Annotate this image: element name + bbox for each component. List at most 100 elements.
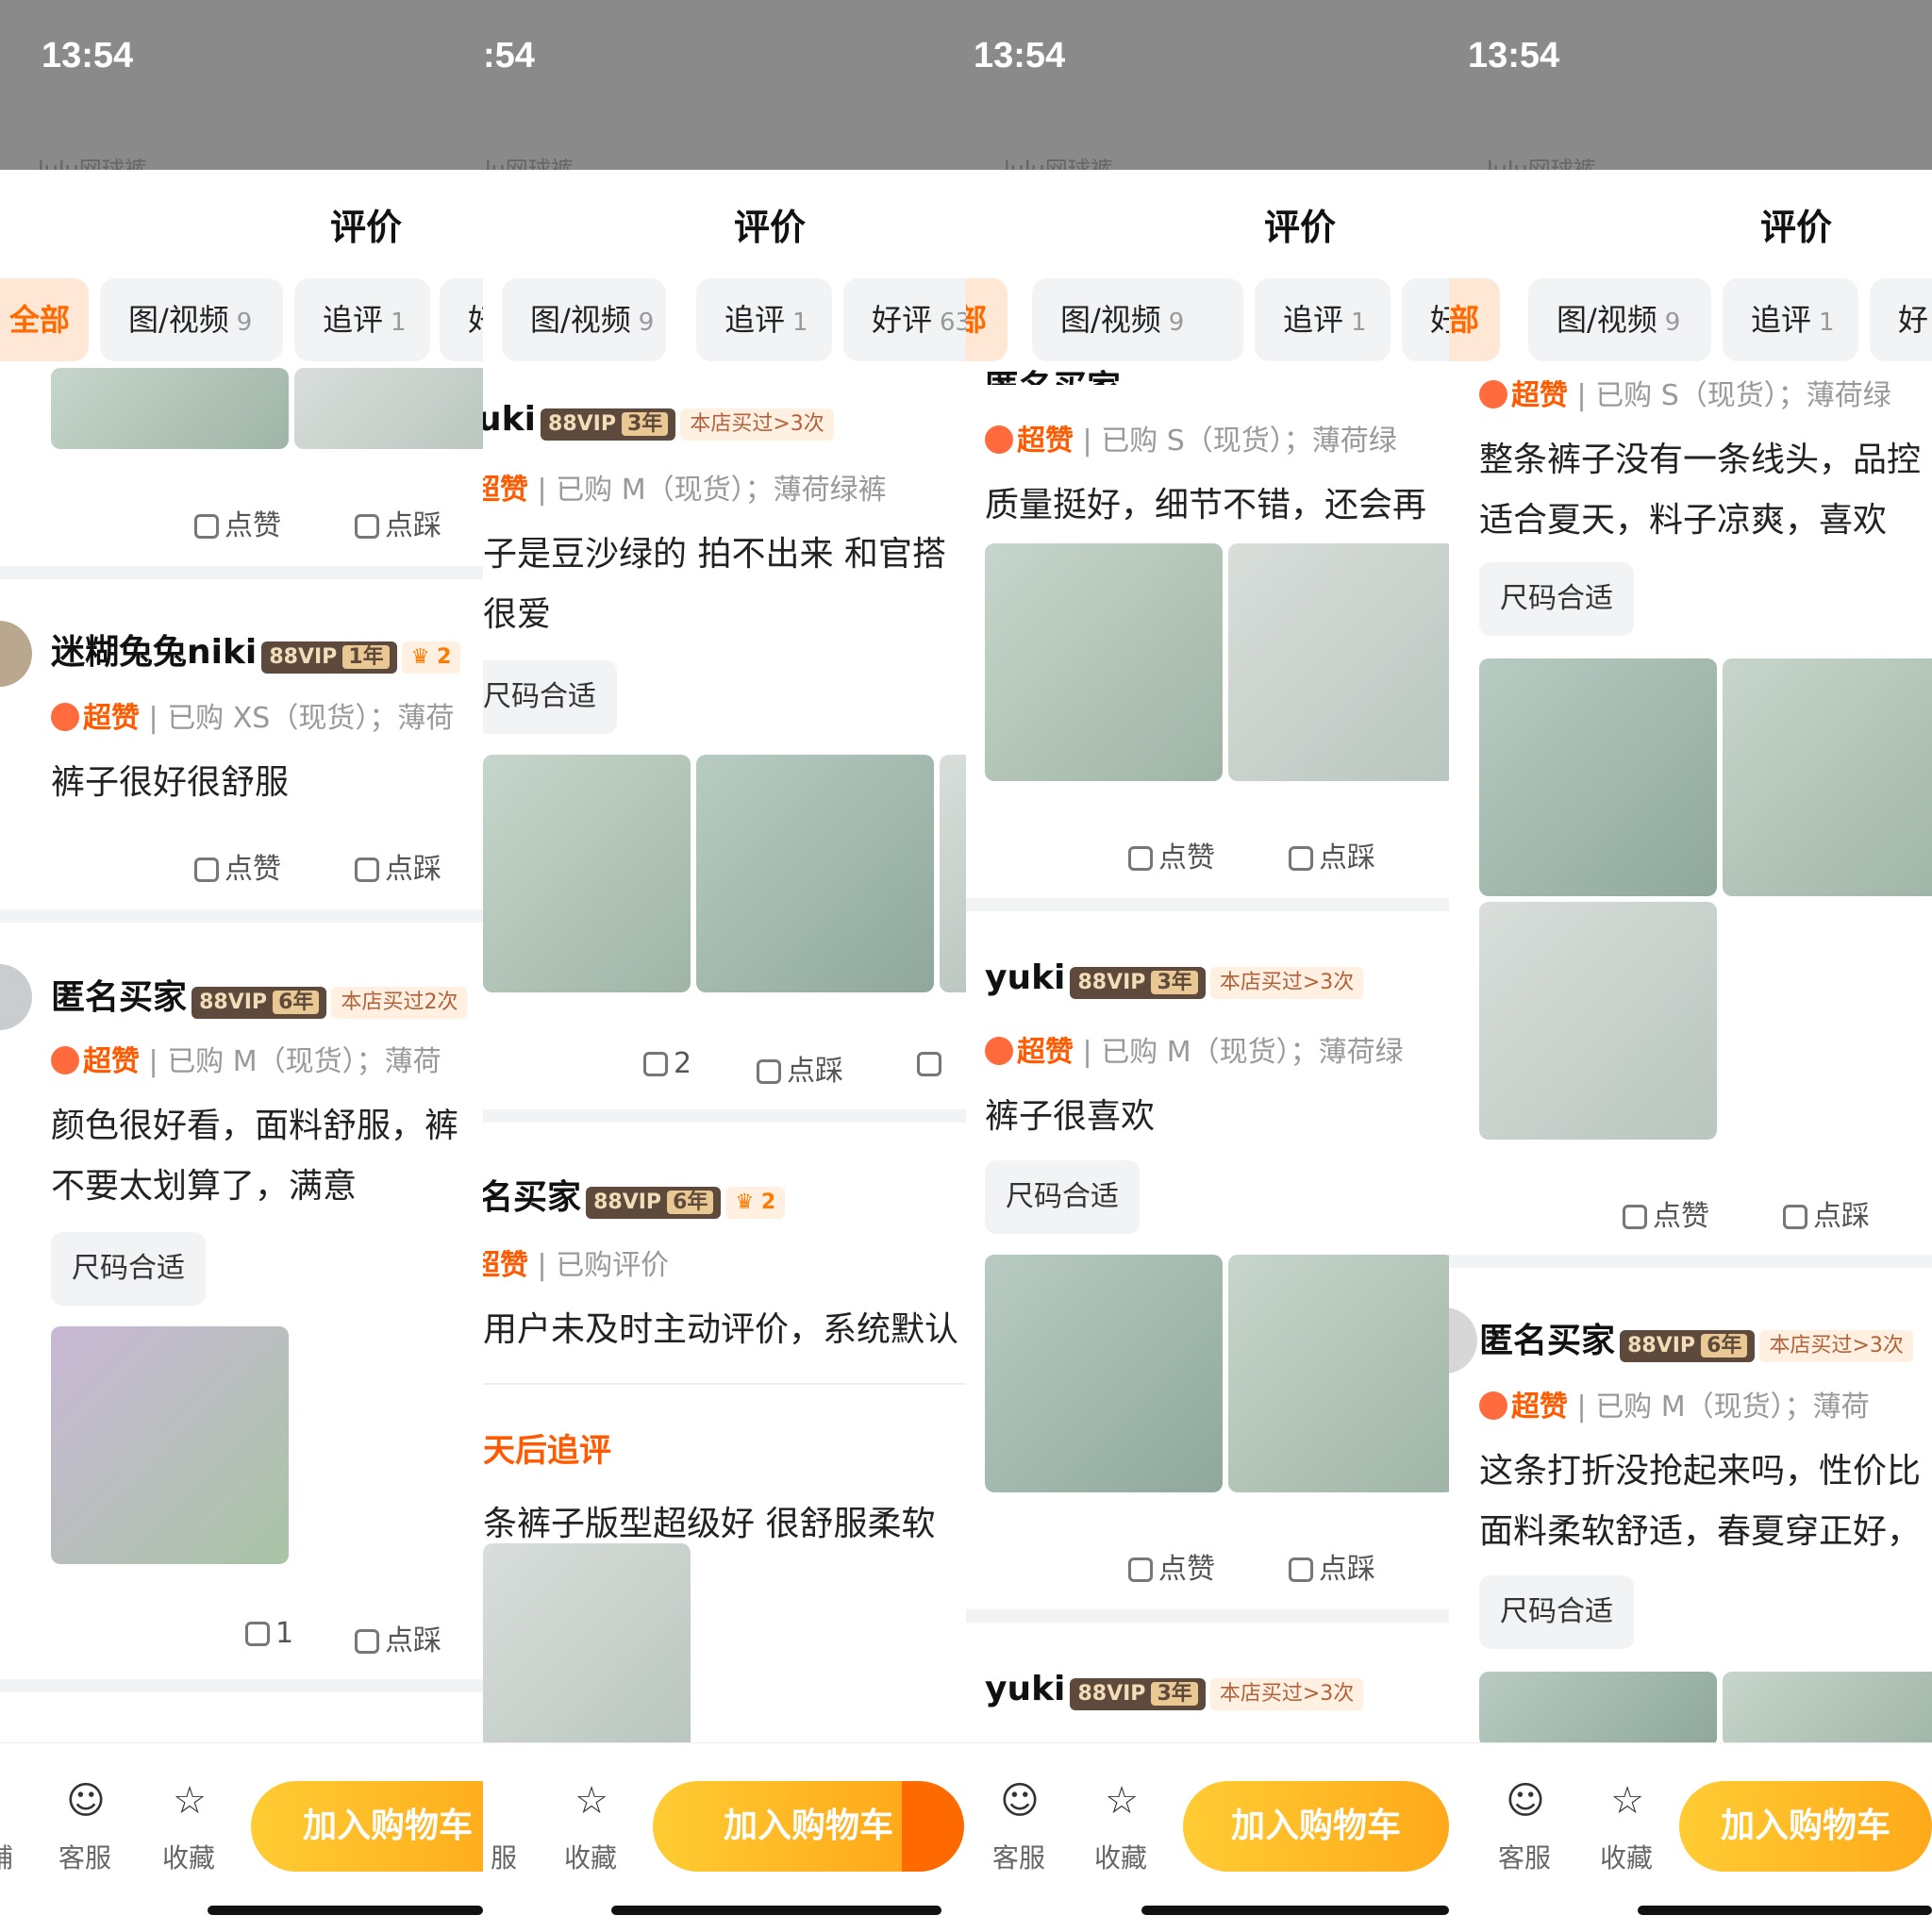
vip-label: 88VIP xyxy=(199,991,268,1014)
review-photo[interactable] xyxy=(1723,1672,1932,1747)
sheet-title: 评价 xyxy=(330,207,403,248)
share-icon[interactable] xyxy=(917,1047,947,1080)
status-time: :54 xyxy=(483,36,535,75)
like-button[interactable]: 点赞 xyxy=(1128,834,1215,875)
review-photo[interactable] xyxy=(483,755,691,992)
shop-label[interactable]: 铺 xyxy=(0,1838,38,1875)
star-icon[interactable]: ☆ xyxy=(157,1779,223,1823)
add-to-cart-button[interactable]: 加入购物车 xyxy=(653,1781,964,1872)
vip-years: 3年 xyxy=(1151,1682,1198,1706)
review-photo[interactable] xyxy=(483,1543,691,1760)
like-button[interactable]: 点赞 xyxy=(194,845,281,887)
service-icon[interactable]: ☺ xyxy=(1492,1779,1558,1823)
review-sheet: 评价 部 图/视频 9 追评 1 好 超赞 | 已购 S（现货）；薄荷绿 整条裤子没… xyxy=(1449,170,1932,1932)
like-button[interactable]: 2 xyxy=(643,1047,691,1080)
heart-eyes-icon xyxy=(985,425,1013,454)
dislike-button[interactable]: 点踩 xyxy=(355,845,441,887)
star-icon[interactable]: ☆ xyxy=(1594,1779,1660,1823)
reviewer-name[interactable]: yuki xyxy=(985,1670,1065,1708)
review-photo[interactable] xyxy=(1479,902,1717,1140)
service-icon[interactable]: ☺ xyxy=(987,1779,1053,1823)
add-to-cart-button[interactable]: 加入购物车 xyxy=(1183,1781,1449,1872)
service-label[interactable]: 服 xyxy=(483,1838,541,1875)
vip-label: 88VIP xyxy=(1077,971,1146,994)
reviewer-name[interactable]: 名买家 xyxy=(483,1178,581,1217)
dislike-button[interactable]: 点踩 xyxy=(1289,834,1375,875)
reviewer-name[interactable]: 匿名买家 xyxy=(1479,1322,1615,1360)
dislike-button[interactable]: 点踩 xyxy=(355,502,441,543)
tab-all[interactable]: 全部 xyxy=(0,278,89,361)
avatar[interactable] xyxy=(0,964,32,1030)
vip-label: 88VIP xyxy=(548,412,616,436)
rating-label: 超赞 xyxy=(1511,379,1568,412)
like-button[interactable]: 1 xyxy=(245,1617,293,1650)
vip-badge: 88VIP 6年 xyxy=(1620,1330,1756,1362)
tab-follow[interactable]: 追评 1 xyxy=(1723,278,1858,361)
home-indicator xyxy=(1638,1906,1932,1915)
review-photo[interactable] xyxy=(1228,1255,1449,1492)
tab-all[interactable]: 部 xyxy=(966,278,1008,361)
favorite-label[interactable]: 收藏 xyxy=(151,1838,226,1875)
review-photo[interactable] xyxy=(1723,658,1932,896)
avatar[interactable] xyxy=(1449,1307,1477,1374)
rating-line: 超赞 | 已购 S（现货）；薄荷绿 xyxy=(985,417,1397,458)
star-icon[interactable]: ☆ xyxy=(558,1779,625,1823)
favorite-label[interactable]: 收藏 xyxy=(553,1838,628,1875)
tab-follow-count: 1 xyxy=(792,308,808,337)
dislike-button[interactable]: 点踩 xyxy=(1289,1545,1375,1587)
add-to-cart-button[interactable]: 加入购物车 xyxy=(1679,1781,1932,1872)
reviewer-name[interactable]: yuki xyxy=(985,958,1065,997)
bottom-bar: ☺ 客服 ☆ 收藏 加入购物车 xyxy=(966,1742,1449,1932)
review-photo[interactable] xyxy=(51,1326,289,1564)
dislike-button[interactable]: 点踩 xyxy=(757,1047,843,1089)
tab-follow[interactable]: 追评 1 xyxy=(1255,278,1391,361)
tab-good[interactable]: 好评 xyxy=(1402,278,1449,361)
tab-good[interactable]: 好评 63 xyxy=(843,278,966,361)
favorite-label[interactable]: 收藏 xyxy=(1083,1838,1158,1875)
review-photo[interactable] xyxy=(985,1255,1223,1492)
rating-line: 超赞 | 已购 M（现货）；薄荷 xyxy=(51,1038,441,1079)
review-photo[interactable] xyxy=(1228,543,1449,781)
add-to-cart-button[interactable]: 加入购物车 xyxy=(251,1781,483,1872)
review-photo[interactable] xyxy=(940,755,966,992)
review-text: 不要太划算了，满意 xyxy=(51,1167,358,1206)
star-icon[interactable]: ☆ xyxy=(1089,1779,1155,1823)
review-photo[interactable] xyxy=(985,543,1223,781)
service-label[interactable]: 客服 xyxy=(981,1838,1057,1875)
tab-media[interactable]: 图/视频 9 xyxy=(100,278,283,361)
review-photo[interactable] xyxy=(51,368,289,449)
dislike-button[interactable]: 点踩 xyxy=(355,1617,441,1658)
reviewer-name[interactable]: 匿名买家 xyxy=(51,978,187,1017)
status-bar: 13:54 lulu网球裤 xyxy=(0,0,483,183)
tab-follow[interactable]: 追评 1 xyxy=(294,278,430,361)
service-icon[interactable]: ☺ xyxy=(53,1779,119,1823)
service-label[interactable]: 客服 xyxy=(1487,1838,1562,1875)
review-photo[interactable] xyxy=(1479,658,1717,896)
review-photo[interactable] xyxy=(696,755,934,992)
vip-badge: 88VIP 3年 xyxy=(1070,1678,1206,1710)
like-button[interactable]: 点赞 xyxy=(1623,1192,1709,1234)
bottom-bar: ☺ 客服 ☆ 收藏 加入购物车 xyxy=(1449,1742,1932,1932)
tab-media[interactable]: 图/视频 9 xyxy=(1528,278,1711,361)
avatar[interactable] xyxy=(0,621,32,687)
reviewer-name[interactable]: uki xyxy=(483,400,536,439)
like-button[interactable]: 点赞 xyxy=(194,502,281,543)
purchase-info: 已购 M（现货）；薄荷 xyxy=(1595,1391,1870,1424)
tab-follow-count: 1 xyxy=(391,308,407,337)
tab-good[interactable]: 好 xyxy=(440,278,483,361)
tab-all[interactable]: 部 xyxy=(1449,278,1500,361)
reviewer-name[interactable]: 匿名买家 xyxy=(985,369,1121,385)
reviewer-name[interactable]: 迷糊兔兔niki xyxy=(51,633,257,672)
favorite-label[interactable]: 收藏 xyxy=(1589,1838,1664,1875)
status-time: 13:54 xyxy=(1468,36,1560,75)
shop-badge: 本店买过>3次 xyxy=(1209,967,1364,999)
tab-media[interactable]: 图/视频 9 xyxy=(1032,278,1243,361)
review-photo[interactable] xyxy=(1479,1672,1717,1747)
like-button[interactable]: 点赞 xyxy=(1128,1545,1215,1587)
tab-media[interactable]: 图/视频 9 xyxy=(502,278,666,361)
service-label[interactable]: 客服 xyxy=(47,1838,123,1875)
tab-follow[interactable]: 追评 1 xyxy=(696,278,832,361)
tab-good[interactable]: 好 xyxy=(1870,278,1932,361)
review-photo[interactable] xyxy=(294,368,483,449)
dislike-button[interactable]: 点踩 xyxy=(1783,1192,1870,1234)
